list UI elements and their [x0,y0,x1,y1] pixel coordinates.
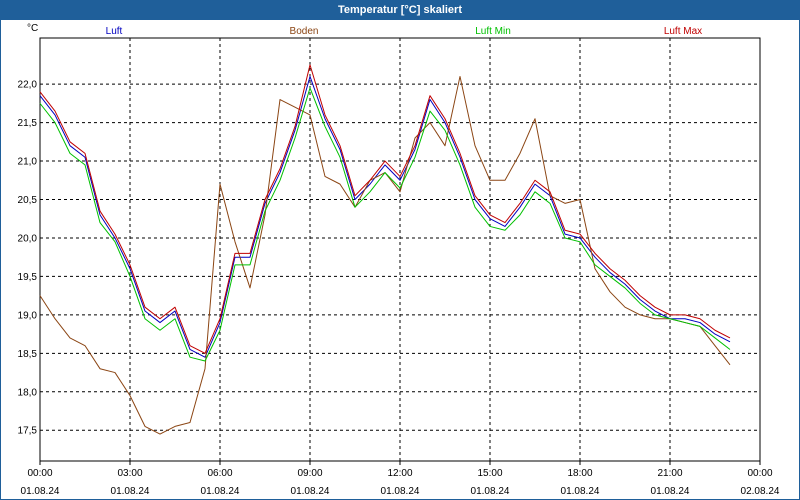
y-tick-label: 18,5 [18,349,38,360]
y-tick-labels: 17,5 18,0 18,5 19,0 19,5 20,0 20,5 21,0 21,5 22,0 [18,80,38,437]
legend-item: Boden [290,26,319,37]
y-tick-label: 20,0 [18,233,38,244]
y-tick-label: 19,5 [18,272,38,283]
x-tick-time: 03:00 [117,468,142,479]
y-tick-label: 21,5 [18,118,38,129]
x-tick-time: 15:00 [477,468,502,479]
x-tick-date: 01.08.24 [651,486,690,497]
legend: Luft Boden Luft Min Luft Max [106,26,703,37]
x-tick-date: 01.08.24 [381,486,420,497]
x-tick-date: 01.08.24 [471,486,510,497]
x-tick-date: 02.08.24 [741,486,780,497]
x-tick-date: 01.08.24 [111,486,150,497]
x-tick-date: 01.08.24 [291,486,330,497]
y-tick-label: 22,0 [18,80,38,91]
x-tick-date: 01.08.24 [561,486,600,497]
y-tick-label: 21,0 [18,157,38,168]
y-tick-label: 17,5 [18,426,38,437]
y-tick-label: 18,0 [18,387,38,398]
legend-item: Luft Max [664,26,702,37]
y-tick-label: 20,5 [18,195,38,206]
chart-window: Temperatur [°C] skaliert 17,5 18,0 18,5 19,… [0,0,800,500]
x-tick-time: 21:00 [657,468,682,479]
x-tick-time: 00:00 [27,468,52,479]
line-chart: 17,5 18,0 18,5 19,0 19,5 20,0 20,5 21,0 21,5 22,0… [18,23,780,497]
x-tick-date: 01.08.24 [21,486,60,497]
x-tick-time: 18:00 [567,468,592,479]
window-title: Temperatur [°C] skaliert [1,1,799,20]
x-tick-date: 01.08.24 [201,486,240,497]
x-tick-time: 12:00 [387,468,412,479]
x-tick-time: 06:00 [207,468,232,479]
y-axis-label: °C [27,23,38,34]
legend-item: Luft [106,26,123,37]
x-tick-time: 00:00 [747,468,772,479]
x-tick-time: 09:00 [297,468,322,479]
x-tick-labels: 00:00 01.08.24 03:00 01.08.24 06:00 01.08.24 0… [21,461,780,497]
y-tick-label: 19,0 [18,310,38,321]
legend-item: Luft Min [475,26,511,37]
